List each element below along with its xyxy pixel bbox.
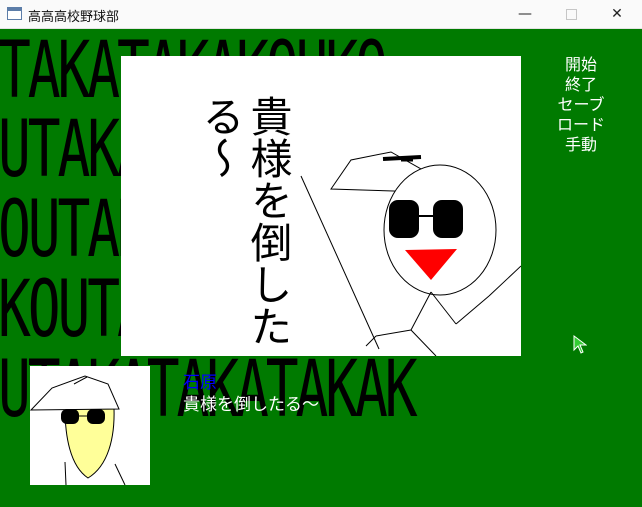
maximize-button[interactable] (548, 0, 594, 28)
game-canvas[interactable]: TAKATAKAKOUKO UTAKATAKAKOUK OUTAKATAKAKO… (0, 29, 642, 507)
speaker-name: 石原 (183, 373, 217, 393)
menu-quit[interactable]: 終了 (548, 75, 614, 95)
dialogue-text: 貴様を倒したる〜 (183, 395, 319, 415)
event-scene (121, 56, 521, 356)
window-title: 高高高校野球部 (28, 10, 120, 25)
title-bar[interactable]: 高高高校野球部 — ✕ (0, 0, 642, 29)
menu-save[interactable]: セーブ (548, 95, 614, 115)
rival-character-drawing (300, 151, 521, 356)
speaker-face (29, 375, 126, 486)
close-icon: ✕ (611, 6, 623, 22)
scene-caption: 貴様を倒したる〜 (196, 95, 293, 347)
minimize-button[interactable]: — (502, 0, 548, 28)
minimize-icon: — (518, 6, 532, 22)
app-icon (7, 7, 22, 20)
close-button[interactable]: ✕ (594, 0, 640, 28)
menu-start[interactable]: 開始 (548, 55, 614, 75)
game-menu: 開始 終了 セーブ ロード 手動 (548, 55, 614, 155)
menu-manual[interactable]: 手動 (548, 135, 614, 155)
maximize-icon (565, 8, 577, 20)
menu-load[interactable]: ロード (548, 115, 614, 135)
app-window: 高高高校野球部 — ✕ TAKATAKAKOUKO UTAKATAKAKOUK … (0, 0, 642, 507)
speaker-portrait (29, 366, 150, 486)
mouse-cursor-icon (573, 335, 587, 354)
